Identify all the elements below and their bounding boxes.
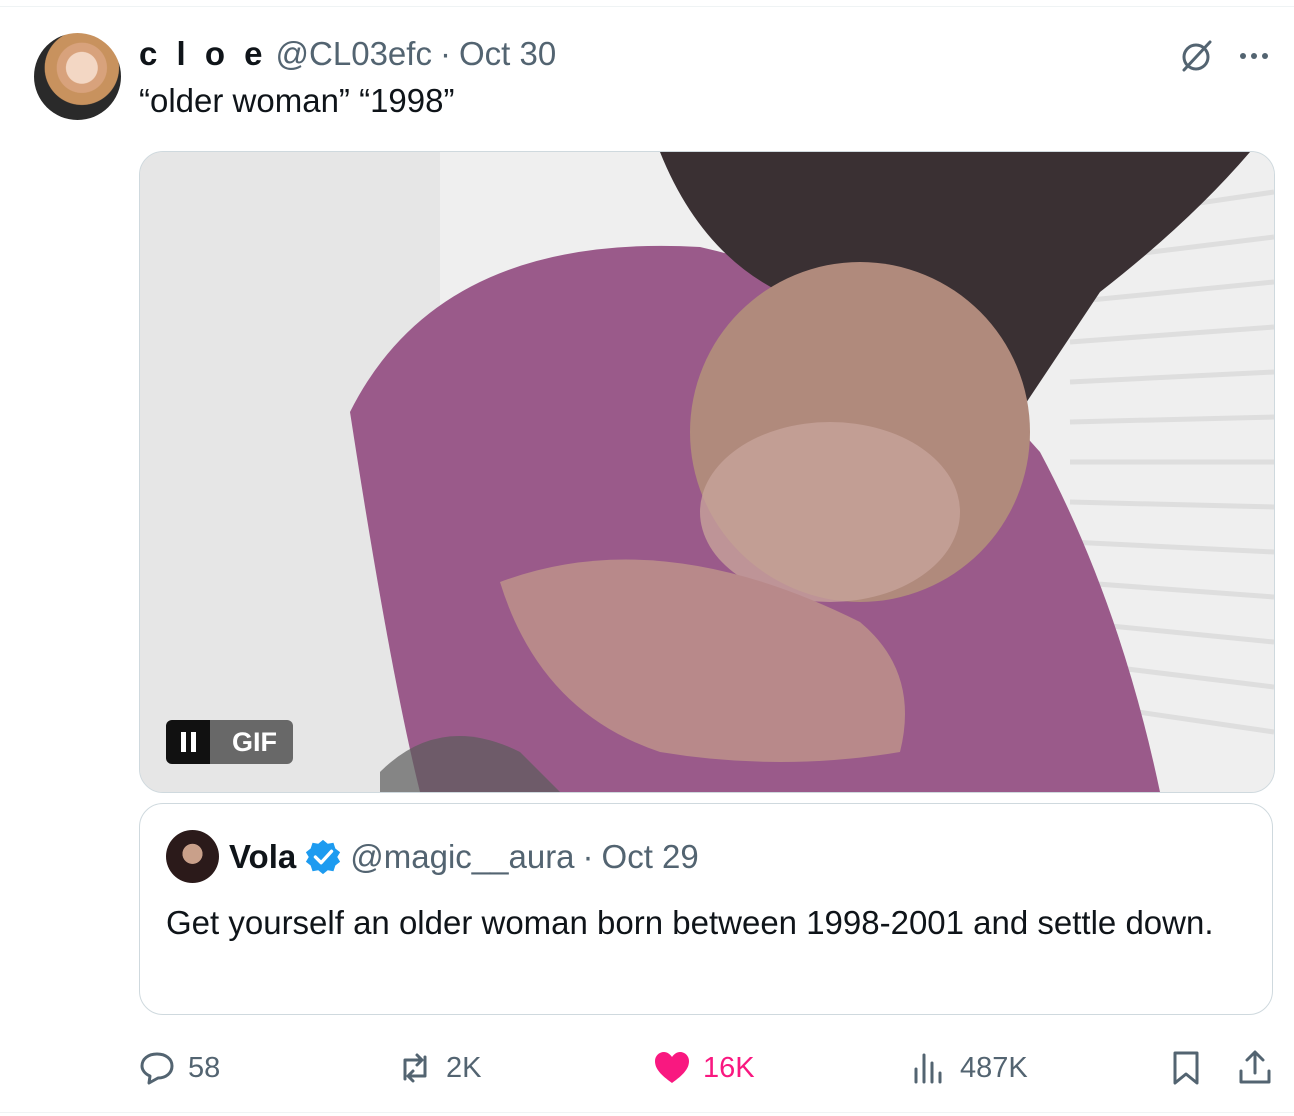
views-icon: [914, 1053, 942, 1084]
gif-badge: GIF: [210, 720, 293, 764]
reply-button[interactable]: 58: [138, 1040, 220, 1096]
tweet-text: “older woman” “1998”: [139, 82, 455, 119]
verified-icon: [306, 839, 341, 875]
reply-icon: [140, 1052, 174, 1085]
more-icon[interactable]: [1234, 36, 1274, 76]
quoted-tweet-header: Vola @magic__aura · Oct 29: [229, 836, 699, 878]
quoted-tweet-text: Get yourself an older woman born between…: [166, 904, 1214, 941]
pause-icon[interactable]: [166, 720, 210, 764]
like-icon: [655, 1052, 689, 1083]
quoted-author-avatar[interactable]: [166, 830, 219, 883]
like-button[interactable]: 16K: [653, 1040, 755, 1096]
repost-icon: [403, 1053, 427, 1083]
gif-controls: GIF: [166, 720, 293, 764]
quoted-author-handle[interactable]: @magic__aura: [350, 838, 574, 876]
views-button[interactable]: 487K: [910, 1040, 1028, 1096]
tweet-actions-bar: 58 2K 16K 487K: [0, 1040, 1294, 1096]
gif-frame-image: [140, 152, 1274, 792]
top-divider: [0, 0, 1294, 7]
grok-icon[interactable]: [1176, 36, 1216, 76]
bookmark-button[interactable]: [1167, 1040, 1205, 1096]
author-handle[interactable]: @CL03efc: [276, 35, 432, 73]
author-avatar[interactable]: [34, 33, 121, 120]
quoted-header-separator: ·: [582, 838, 594, 875]
bookmark-icon: [1173, 1051, 1199, 1085]
header-separator: ·: [439, 35, 451, 72]
reply-count: 58: [188, 1051, 221, 1084]
bottom-divider: [0, 1112, 1294, 1113]
share-icon: [1239, 1050, 1271, 1084]
views-count: 487K: [960, 1051, 1028, 1084]
quoted-tweet-date[interactable]: Oct 29: [602, 838, 699, 876]
tweet-media-gif[interactable]: [139, 151, 1275, 793]
tweet-header: c l o e @CL03efc · Oct 30: [139, 34, 556, 74]
share-button[interactable]: [1236, 1040, 1274, 1096]
repost-count: 2K: [446, 1051, 482, 1084]
tweet-date[interactable]: Oct 30: [459, 35, 556, 73]
like-count: 16K: [703, 1051, 755, 1084]
quoted-author-display-name[interactable]: Vola: [229, 838, 296, 876]
repost-button[interactable]: 2K: [396, 1040, 481, 1096]
author-display-name[interactable]: c l o e: [139, 35, 268, 73]
